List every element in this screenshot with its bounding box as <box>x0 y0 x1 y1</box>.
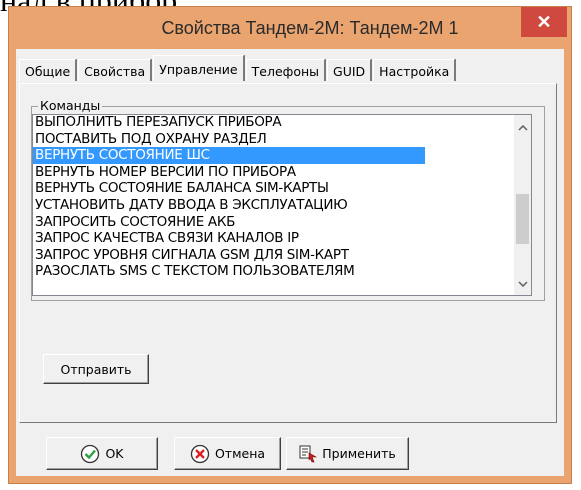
list-item[interactable]: ВЕРНУТЬ НОМЕР ВЕРСИИ ПО ПРИБОРА <box>33 164 425 181</box>
list-item[interactable]: ПОСТАВИТЬ ПОД ОХРАНУ РАЗДЕЛ <box>33 131 425 148</box>
window-title: Свойства Тандем-2М: Тандем-2М 1 <box>161 18 459 38</box>
commands-group-label: Команды <box>38 98 103 113</box>
apply-button[interactable]: Применить <box>286 437 409 470</box>
close-button[interactable]: ✕ <box>521 7 567 37</box>
tab-phones[interactable]: Телефоны <box>245 59 326 81</box>
scroll-down-icon[interactable] <box>514 275 531 292</box>
scroll-thumb[interactable] <box>516 194 529 244</box>
list-item[interactable]: ВЕРНУТЬ СОСТОЯНИЕ ШС <box>33 147 425 164</box>
tab-control[interactable]: Управление <box>153 55 244 81</box>
check-circle-icon <box>80 444 100 464</box>
list-item[interactable]: УСТАНОВИТЬ ДАТУ ВВОДА В ЭКСПЛУАТАЦИЮ <box>33 197 425 214</box>
send-button[interactable]: Отправить <box>43 354 149 384</box>
list-item[interactable]: ЗАПРОС УРОВНЯ СИГНАЛА GSM ДЛЯ SIM-КАРТ <box>33 247 425 264</box>
list-item[interactable]: РАЗОСЛАТЬ SMS С ТЕКСТОМ ПОЛЬЗОВАТЕЛЯМ <box>33 263 425 280</box>
list-item[interactable]: ВЫПОЛНИТЬ ПЕРЕЗАПУСК ПРИБОРА <box>33 115 425 131</box>
send-button-label: Отправить <box>60 361 132 377</box>
control-tab-panel: Команды ВЫПОЛНИТЬ ПЕРЕЗАПУСК ПРИБОРА ПОСТ… <box>19 83 557 423</box>
tab-strip: Общие Свойства Управление Телефоны GUID … <box>19 55 457 83</box>
list-item[interactable]: ВЕРНУТЬ СОСТОЯНИЕ БАЛАНСА SIM-КАРТЫ <box>33 180 425 197</box>
list-item[interactable]: ЗАПРОС КАЧЕСТВА СВЯЗИ КАНАЛОВ IP <box>33 230 425 247</box>
dialog-client-area: Общие Свойства Управление Телефоны GUID … <box>16 49 564 476</box>
tab-settings[interactable]: Настройка <box>373 59 456 81</box>
scroll-up-icon[interactable] <box>514 119 531 136</box>
ok-button-label: OK <box>105 446 124 461</box>
cancel-button[interactable]: Отмена <box>174 437 281 470</box>
commands-listbox[interactable]: ВЫПОЛНИТЬ ПЕРЕЗАПУСК ПРИБОРА ПОСТАВИТЬ ПО… <box>32 114 532 296</box>
properties-dialog: Свойства Тандем-2М: Тандем-2М 1 ✕ Общие … <box>8 6 572 484</box>
tab-general[interactable]: Общие <box>19 59 77 81</box>
ok-button[interactable]: OK <box>46 437 158 470</box>
apply-icon <box>299 445 318 463</box>
title-bar[interactable]: Свойства Тандем-2М: Тандем-2М 1 ✕ <box>9 7 571 49</box>
commands-list: ВЫПОЛНИТЬ ПЕРЕЗАПУСК ПРИБОРА ПОСТАВИТЬ ПО… <box>33 115 425 280</box>
tab-properties[interactable]: Свойства <box>78 59 152 81</box>
close-icon: ✕ <box>536 11 552 32</box>
x-circle-icon <box>190 444 210 464</box>
apply-button-label: Применить <box>322 446 396 461</box>
list-item[interactable]: ЗАПРОСИТЬ СОСТОЯНИЕ АКБ <box>33 214 425 231</box>
tab-guid[interactable]: GUID <box>327 59 372 81</box>
cancel-button-label: Отмена <box>214 446 266 461</box>
commands-scrollbar[interactable] <box>514 115 531 295</box>
